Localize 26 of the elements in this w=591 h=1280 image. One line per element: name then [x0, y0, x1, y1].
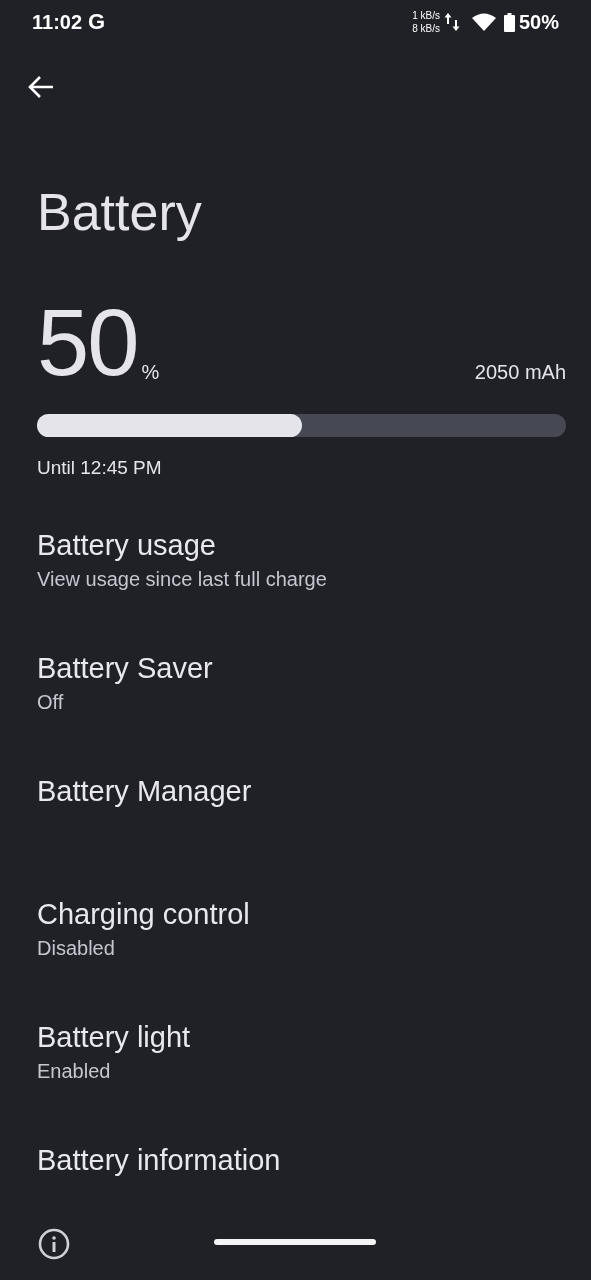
page-title: Battery	[37, 182, 203, 242]
status-time: 11:02	[32, 10, 83, 34]
wifi-icon	[471, 13, 496, 31]
setting-summary: Enabled	[37, 1059, 112, 1084]
setting-title[interactable]: Battery Manager	[37, 773, 591, 809]
battery-estimate: Until 12:45 PM	[37, 457, 163, 479]
back-arrow-icon[interactable]	[28, 75, 54, 99]
percent-sign: %	[141, 362, 160, 382]
info-icon	[38, 1228, 70, 1260]
setting-summary: Off	[37, 690, 65, 715]
setting-title[interactable]: Battery information	[37, 1142, 591, 1178]
setting-title[interactable]: Battery light	[37, 1019, 591, 1055]
upload-speed: 1 kB/s	[412, 9, 440, 22]
google-mark: G	[88, 9, 106, 35]
setting-summary: View usage since last full charge	[37, 567, 328, 592]
battery-percentage: 50	[37, 304, 138, 382]
data-arrows-icon	[443, 11, 460, 33]
download-speed: 8 kB/s	[412, 22, 440, 35]
setting-summary: Disabled	[37, 936, 116, 961]
battery-capacity: 2050 mAh	[474, 362, 566, 382]
setting-title[interactable]: Battery Saver	[37, 650, 591, 686]
battery-percent: 50%	[518, 10, 559, 34]
setting-title[interactable]: Charging control	[37, 896, 591, 932]
gesture-handle[interactable]	[214, 1239, 376, 1245]
setting-title[interactable]: Battery usage	[37, 527, 591, 563]
battery-icon	[503, 12, 515, 32]
